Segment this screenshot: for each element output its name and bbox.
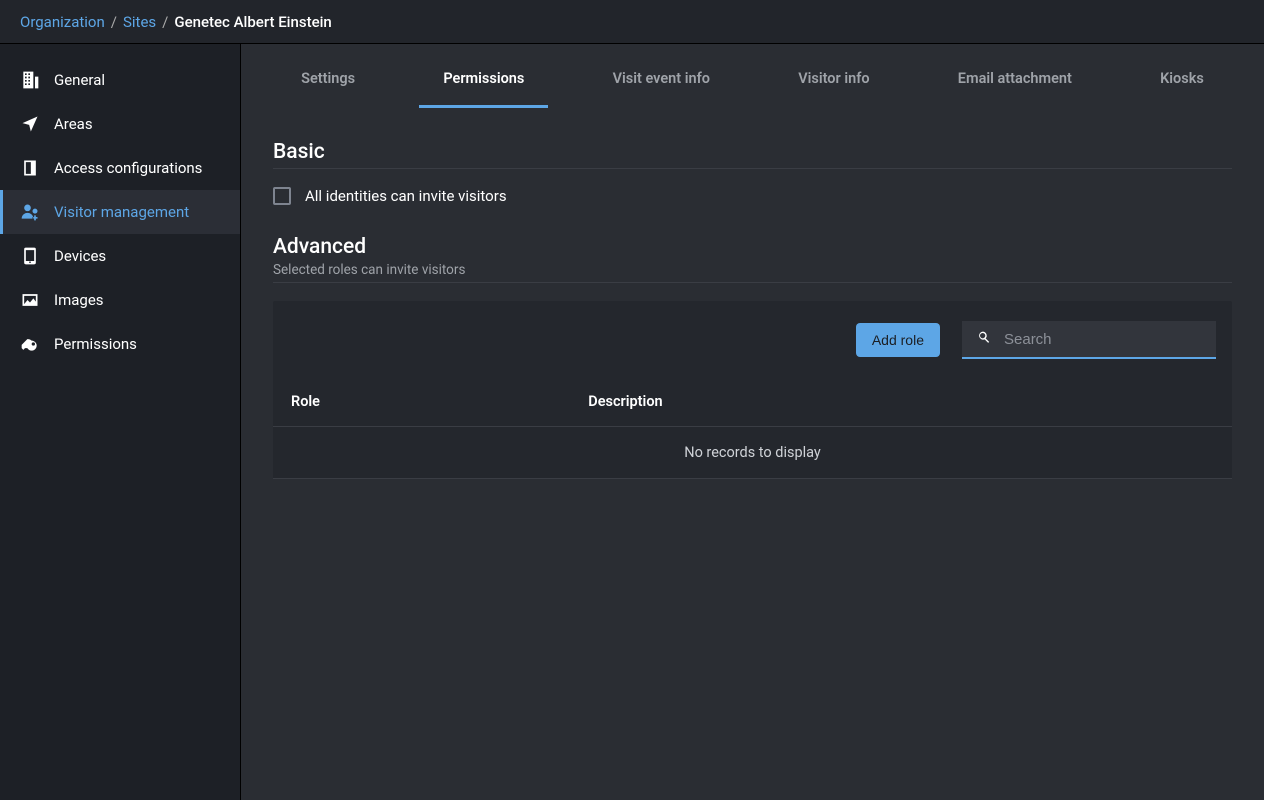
tab-email-attachment[interactable]: Email attachment	[934, 50, 1096, 108]
tabs: Settings Permissions Visit event info Vi…	[241, 50, 1264, 108]
door-icon	[20, 158, 40, 178]
mobile-icon	[20, 246, 40, 266]
basic-section-title: Basic	[273, 140, 1232, 164]
tab-visitor-info[interactable]: Visitor info	[774, 50, 893, 108]
advanced-section-subtitle: Selected roles can invite visitors	[273, 262, 1232, 278]
tab-settings[interactable]: Settings	[277, 50, 379, 108]
visitor-icon	[20, 202, 40, 222]
sidebar-item-access-configurations[interactable]: Access configurations	[0, 146, 240, 190]
breadcrumb: Organization / Sites / Genetec Albert Ei…	[0, 0, 1264, 44]
location-arrow-icon	[20, 114, 40, 134]
roles-toolbar: Add role	[273, 301, 1232, 377]
sidebar-item-label: Images	[54, 291, 104, 309]
sidebar-item-devices[interactable]: Devices	[0, 234, 240, 278]
image-icon	[20, 290, 40, 310]
building-icon	[20, 70, 40, 90]
breadcrumb-separator: /	[111, 13, 117, 31]
key-icon	[20, 334, 40, 354]
sidebar-item-permissions[interactable]: Permissions	[0, 322, 240, 366]
sidebar-item-label: Devices	[54, 247, 106, 265]
tab-visit-event-info[interactable]: Visit event info	[589, 50, 734, 108]
section-divider	[273, 282, 1232, 283]
breadcrumb-sites[interactable]: Sites	[123, 13, 156, 31]
sidebar-item-label: Areas	[54, 115, 93, 133]
sidebar-item-label: Visitor management	[54, 203, 189, 221]
search-input[interactable]	[1004, 331, 1202, 348]
basic-checkbox-row[interactable]: All identities can invite visitors	[273, 187, 1232, 205]
tab-kiosks[interactable]: Kiosks	[1136, 50, 1228, 108]
section-divider	[273, 168, 1232, 169]
roles-panel: Add role Role Description	[273, 301, 1232, 479]
main-content: Settings Permissions Visit event info Vi…	[241, 44, 1264, 800]
sidebar-item-label: Access configurations	[54, 159, 202, 177]
sidebar-item-images[interactable]: Images	[0, 278, 240, 322]
roles-table: Role Description No records to display	[273, 377, 1232, 479]
sidebar-item-label: Permissions	[54, 335, 137, 353]
breadcrumb-organization[interactable]: Organization	[20, 13, 105, 31]
table-empty-message: No records to display	[273, 427, 1232, 479]
column-header-description[interactable]: Description	[570, 377, 1232, 427]
checkbox-all-identities[interactable]	[273, 187, 291, 205]
sidebar-item-areas[interactable]: Areas	[0, 102, 240, 146]
search-field-wrapper[interactable]	[962, 321, 1216, 359]
sidebar: General Areas Access configurations Visi…	[0, 44, 241, 800]
breadcrumb-current: Genetec Albert Einstein	[174, 13, 331, 31]
breadcrumb-separator: /	[162, 13, 168, 31]
column-header-role[interactable]: Role	[273, 377, 570, 427]
sidebar-item-general[interactable]: General	[0, 58, 240, 102]
advanced-section-title: Advanced	[273, 235, 1232, 259]
table-empty-row: No records to display	[273, 427, 1232, 479]
search-icon	[976, 329, 992, 349]
add-role-button[interactable]: Add role	[856, 323, 940, 357]
sidebar-item-visitor-management[interactable]: Visitor management	[0, 190, 240, 234]
sidebar-item-label: General	[54, 71, 105, 89]
checkbox-label[interactable]: All identities can invite visitors	[305, 187, 507, 205]
tab-permissions[interactable]: Permissions	[419, 50, 548, 108]
